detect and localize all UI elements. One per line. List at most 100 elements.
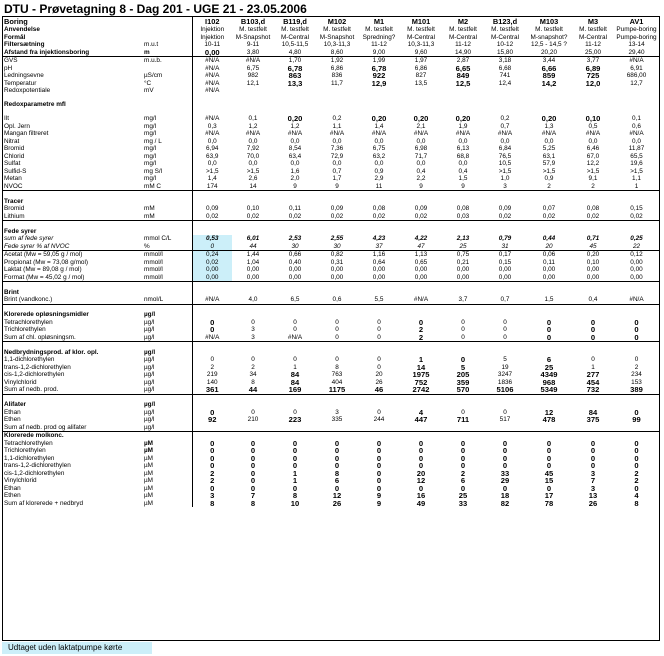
value-cell	[526, 228, 572, 236]
value-cell: 2	[418, 326, 424, 334]
column-header: B119,d	[283, 17, 307, 26]
value-cell: 1,16	[372, 251, 386, 258]
value-cell	[232, 101, 274, 109]
value-cell: 0	[634, 439, 639, 447]
row-unit: µM	[144, 499, 154, 507]
row-unit: µM	[144, 492, 154, 499]
spacer-cell	[3, 282, 192, 289]
row-label: Brint	[4, 288, 19, 296]
table-row: Lithium mM 0,02 0,02 0,02 0,02 0,02 0,02 0,03 0,0…	[3, 212, 659, 221]
value-cell	[358, 228, 400, 236]
value-cell: 2	[634, 469, 639, 477]
value-cell: M-snapshot?	[530, 33, 568, 41]
value-cell: 14	[416, 363, 426, 371]
value-cell: 10,3-11,3	[323, 41, 351, 48]
value-cell	[526, 401, 572, 409]
row-unit: µg/l	[144, 318, 155, 326]
value-cell: #N/A	[191, 79, 232, 87]
value-cell: 0	[251, 408, 255, 416]
spacer-cell	[358, 342, 400, 349]
value-cell: 49	[416, 499, 426, 507]
row-unit: mg/l	[144, 152, 157, 160]
row-unit	[143, 34, 192, 42]
value-cell: 0,4	[416, 167, 426, 175]
value-cell: #N/A	[245, 130, 261, 137]
value-cell: 0,00	[316, 273, 358, 282]
value-cell: 1,4	[374, 122, 384, 130]
value-cell: 15	[544, 477, 554, 485]
value-cell: 0	[334, 484, 340, 492]
row-label: Laktat (Mw = 89,08 g / mol)	[4, 266, 82, 273]
spacer-cell	[232, 191, 274, 198]
value-cell	[358, 432, 400, 440]
row-unit: mg/l	[144, 145, 157, 152]
row-label: Boring	[4, 17, 28, 26]
spacer-cell	[400, 282, 442, 289]
value-cell: 0,00	[498, 266, 512, 273]
value-cell: 0	[191, 484, 232, 492]
value-cell	[274, 423, 316, 432]
value-cell: 6,86	[414, 64, 428, 72]
value-cell	[442, 423, 484, 432]
spacer-cell	[442, 282, 484, 289]
row-label: Opl. Jern	[4, 122, 30, 130]
table-row: Afstand fra injektionsboring m 0,00 3,80 4,8…	[3, 48, 659, 57]
table-row: trans-1,2-dichlorethylen µM 0 0 0 0 0 0 0 0 0 0 0	[3, 462, 659, 470]
value-cell: >1,5	[630, 167, 643, 175]
value-cell: 0	[461, 408, 465, 416]
value-cell: 0	[418, 318, 424, 326]
value-cell	[191, 227, 232, 235]
value-cell: 0,79	[498, 235, 512, 242]
value-cell: 2	[191, 477, 232, 485]
value-cell: 5,5	[358, 296, 400, 305]
value-cell: 63,9	[191, 152, 232, 160]
value-cell	[316, 289, 358, 297]
row-unit: µM	[144, 469, 154, 477]
row-unit	[143, 198, 192, 206]
value-cell: 205	[456, 371, 470, 379]
value-cell: 0	[502, 462, 508, 470]
table-row: GVS m.u.b. #N/A #N/A 1,70 1,92 1,99 1,97 2,87 3,1…	[3, 56, 659, 65]
value-cell: 9	[274, 182, 316, 191]
value-cell: 0,0	[458, 160, 468, 167]
value-cell: 0	[590, 462, 596, 470]
value-cell: 404	[331, 378, 343, 386]
value-cell: 0	[292, 462, 298, 470]
value-cell	[232, 401, 274, 409]
value-cell: 1,9	[458, 122, 468, 130]
row-label: Sum af nedb. prod.	[3, 386, 143, 395]
value-cell: 1,3	[544, 122, 554, 130]
row-label: Lithium	[3, 212, 143, 221]
value-cell: 0,00	[330, 266, 344, 273]
value-cell: 0	[376, 439, 382, 447]
value-cell: 1	[292, 477, 298, 485]
table-row: Nitrat mg / L 0,0 0,0 0,0 0,0 0,0 0,0 0,0 0,0 0,0 0…	[3, 137, 659, 145]
value-cell: 0,02	[614, 212, 659, 221]
value-cell: 0	[418, 462, 424, 470]
value-cell: 0	[634, 454, 639, 462]
table-row: Tetrachlorethylen µM 0 0 0 0 0 0 0 0 0 0 0	[3, 439, 659, 447]
row-label: Filtersætning	[4, 41, 45, 48]
spacer-row	[3, 341, 659, 349]
row-unit	[143, 26, 192, 34]
value-cell: 0,00	[484, 273, 526, 282]
value-cell: 0	[251, 356, 255, 363]
value-cell	[614, 289, 659, 297]
value-cell: 0,00	[191, 273, 232, 282]
spacer-cell	[484, 342, 526, 349]
value-cell: 9	[316, 182, 358, 191]
value-cell: 0,1	[632, 115, 641, 122]
value-cell: 361	[191, 386, 232, 395]
value-cell: 0,64	[372, 258, 386, 266]
data-sheet: Boring I102 B103,d B119,d M102 M1 M101 M2 B123,d…	[2, 16, 660, 641]
spacer-cell	[274, 304, 316, 311]
table-row: Ethan µg/l 0 0 0 3 0 4 0 0 12 84 0	[3, 408, 659, 416]
value-cell: 76,5	[498, 152, 512, 160]
value-cell: 8	[634, 499, 639, 507]
value-cell: 0,0	[500, 137, 510, 145]
spacer-cell	[526, 221, 572, 228]
value-cell: 0,00	[456, 266, 470, 273]
value-cell: 0	[503, 318, 507, 326]
spacer-cell	[572, 191, 614, 198]
value-cell: 0,0	[332, 137, 342, 145]
